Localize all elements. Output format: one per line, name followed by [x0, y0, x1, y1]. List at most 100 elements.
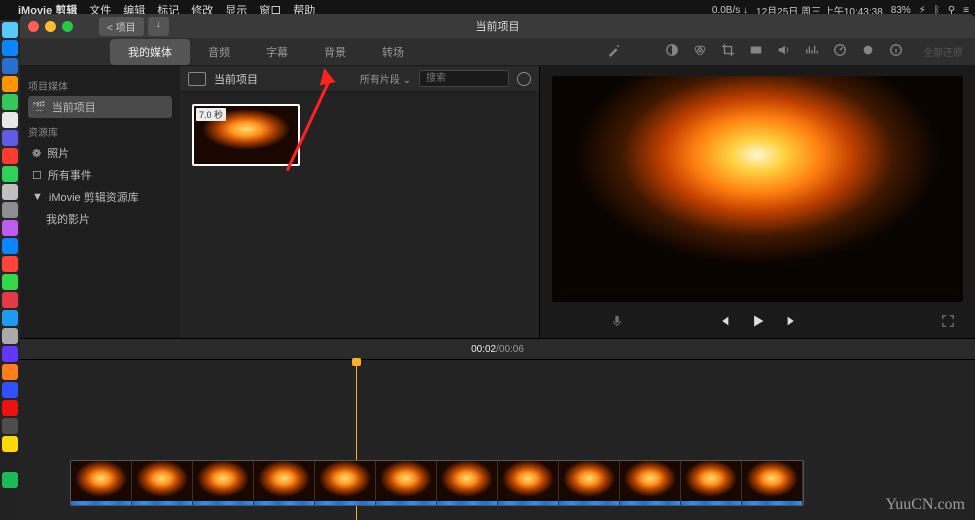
window-titlebar: < 项目 ↓ 当前项目: [20, 14, 975, 38]
sidebar-item-label: 我的影片: [46, 211, 90, 227]
timeline-clip[interactable]: [498, 461, 559, 506]
timeline-clip[interactable]: [376, 461, 437, 506]
tab-transitions[interactable]: 转场: [364, 39, 422, 65]
tab-my-media[interactable]: 我的媒体: [110, 39, 190, 65]
dock: [0, 20, 20, 520]
library-sidebar: 项目媒体 🎬 当前项目 资源库 ❁ 照片 ☐ 所有事件 ▼ iMovie 剪辑资…: [20, 66, 180, 338]
duration-toggle-icon[interactable]: [517, 72, 531, 86]
close-traffic-light[interactable]: [28, 21, 39, 32]
sidebar-item-imovie-library[interactable]: ▼ iMovie 剪辑资源库: [28, 186, 172, 208]
fullscreen-icon[interactable]: [941, 314, 955, 331]
preview-canvas[interactable]: [552, 76, 963, 302]
timeline-clip[interactable]: [559, 461, 620, 506]
star-icon: ☐: [32, 169, 42, 182]
dock-app-icon[interactable]: [2, 472, 18, 488]
minimize-traffic-light[interactable]: [45, 21, 56, 32]
timeline[interactable]: [20, 360, 975, 520]
search-input[interactable]: [419, 70, 509, 87]
dock-app-icon[interactable]: [2, 346, 18, 362]
sidebar-item-label: 照片: [47, 145, 69, 161]
speed-icon[interactable]: [833, 43, 847, 60]
timeline-clip[interactable]: [132, 461, 193, 506]
clip-thumbnail[interactable]: 7.0 秒: [192, 104, 300, 166]
dock-app-icon[interactable]: [2, 310, 18, 326]
tab-titles[interactable]: 字幕: [248, 39, 306, 65]
dock-app-icon[interactable]: [2, 382, 18, 398]
dock-app-icon[interactable]: [2, 202, 18, 218]
timeline-clip[interactable]: [193, 461, 254, 506]
sidebar-item-current-project[interactable]: 🎬 当前项目: [28, 96, 172, 118]
dock-app-icon[interactable]: [2, 274, 18, 290]
watermark: YuuCN.com: [885, 496, 965, 514]
filter-dropdown[interactable]: 所有片段 ⌄: [360, 71, 411, 86]
sidebar-item-all-events[interactable]: ☐ 所有事件: [28, 164, 172, 186]
next-frame-button[interactable]: [785, 314, 799, 331]
dock-app-icon[interactable]: [2, 256, 18, 272]
timeline-clip[interactable]: [742, 461, 803, 506]
tab-backgrounds[interactable]: 背景: [306, 39, 364, 65]
info-icon[interactable]: [889, 43, 903, 60]
view-mode-icon[interactable]: [188, 72, 206, 86]
sidebar-header-libraries: 资源库: [28, 124, 172, 139]
timeline-clip[interactable]: [254, 461, 315, 506]
dock-app-icon[interactable]: [2, 148, 18, 164]
dock-app-icon[interactable]: [2, 166, 18, 182]
sidebar-item-label: 所有事件: [48, 167, 92, 183]
reset-all-button[interactable]: 全部还原: [923, 44, 963, 59]
clip-duration-badge: 7.0 秒: [196, 108, 226, 121]
top-toolbar: 我的媒体 音频 字幕 背景 转场 全部还原: [20, 38, 975, 66]
dock-app-icon[interactable]: [2, 22, 18, 38]
dock-app-icon[interactable]: [2, 364, 18, 380]
dock-app-icon[interactable]: [2, 94, 18, 110]
dock-app-icon[interactable]: [2, 328, 18, 344]
tab-audio[interactable]: 音频: [190, 39, 248, 65]
window-title: 当前项目: [476, 18, 520, 34]
film-icon: 🎬: [32, 101, 46, 114]
playback-controls: [540, 306, 975, 338]
dock-app-icon[interactable]: [2, 292, 18, 308]
color-correction-icon[interactable]: [693, 43, 707, 60]
sidebar-item-label: iMovie 剪辑资源库: [49, 189, 139, 205]
timeline-clip[interactable]: [437, 461, 498, 506]
noise-eq-icon[interactable]: [805, 43, 819, 60]
browser-header: 当前项目 所有片段 ⌄: [180, 66, 539, 92]
clip-browser: 当前项目 所有片段 ⌄ 7.0 秒: [180, 66, 540, 338]
sidebar-header-project-media: 项目媒体: [28, 78, 172, 93]
video-track[interactable]: [70, 460, 804, 506]
play-button[interactable]: [751, 314, 765, 331]
browser-title: 当前项目: [214, 71, 258, 87]
dock-app-icon[interactable]: [2, 436, 18, 452]
color-balance-icon[interactable]: [665, 43, 679, 60]
back-to-projects-button[interactable]: < 项目: [99, 17, 144, 36]
disclosure-triangle-icon: ▼: [32, 191, 43, 203]
prev-frame-button[interactable]: [717, 314, 731, 331]
stabilization-icon[interactable]: [749, 43, 763, 60]
sidebar-item-photos[interactable]: ❁ 照片: [28, 142, 172, 164]
browser-body[interactable]: 7.0 秒: [180, 92, 539, 338]
dock-app-icon[interactable]: [2, 58, 18, 74]
dock-app-icon[interactable]: [2, 454, 18, 470]
dock-app-icon[interactable]: [2, 238, 18, 254]
voiceover-icon[interactable]: [610, 314, 624, 331]
dock-app-icon[interactable]: [2, 40, 18, 56]
mid-section: 项目媒体 🎬 当前项目 资源库 ❁ 照片 ☐ 所有事件 ▼ iMovie 剪辑资…: [20, 66, 975, 338]
dock-app-icon[interactable]: [2, 76, 18, 92]
dock-app-icon[interactable]: [2, 418, 18, 434]
volume-icon[interactable]: [777, 43, 791, 60]
dock-app-icon[interactable]: [2, 184, 18, 200]
sidebar-item-my-movies[interactable]: 我的影片: [28, 208, 172, 230]
zoom-traffic-light[interactable]: [62, 21, 73, 32]
timeline-clip[interactable]: [620, 461, 681, 506]
magic-wand-icon[interactable]: [607, 43, 621, 60]
dock-app-icon[interactable]: [2, 112, 18, 128]
dock-app-icon[interactable]: [2, 130, 18, 146]
preview-viewer: [540, 66, 975, 338]
timeline-clip[interactable]: [71, 461, 132, 506]
filter-icon[interactable]: [861, 43, 875, 60]
dock-app-icon[interactable]: [2, 400, 18, 416]
import-button[interactable]: ↓: [148, 17, 169, 36]
crop-icon[interactable]: [721, 43, 735, 60]
timeline-clip[interactable]: [681, 461, 742, 506]
timeline-clip[interactable]: [315, 461, 376, 506]
dock-app-icon[interactable]: [2, 220, 18, 236]
